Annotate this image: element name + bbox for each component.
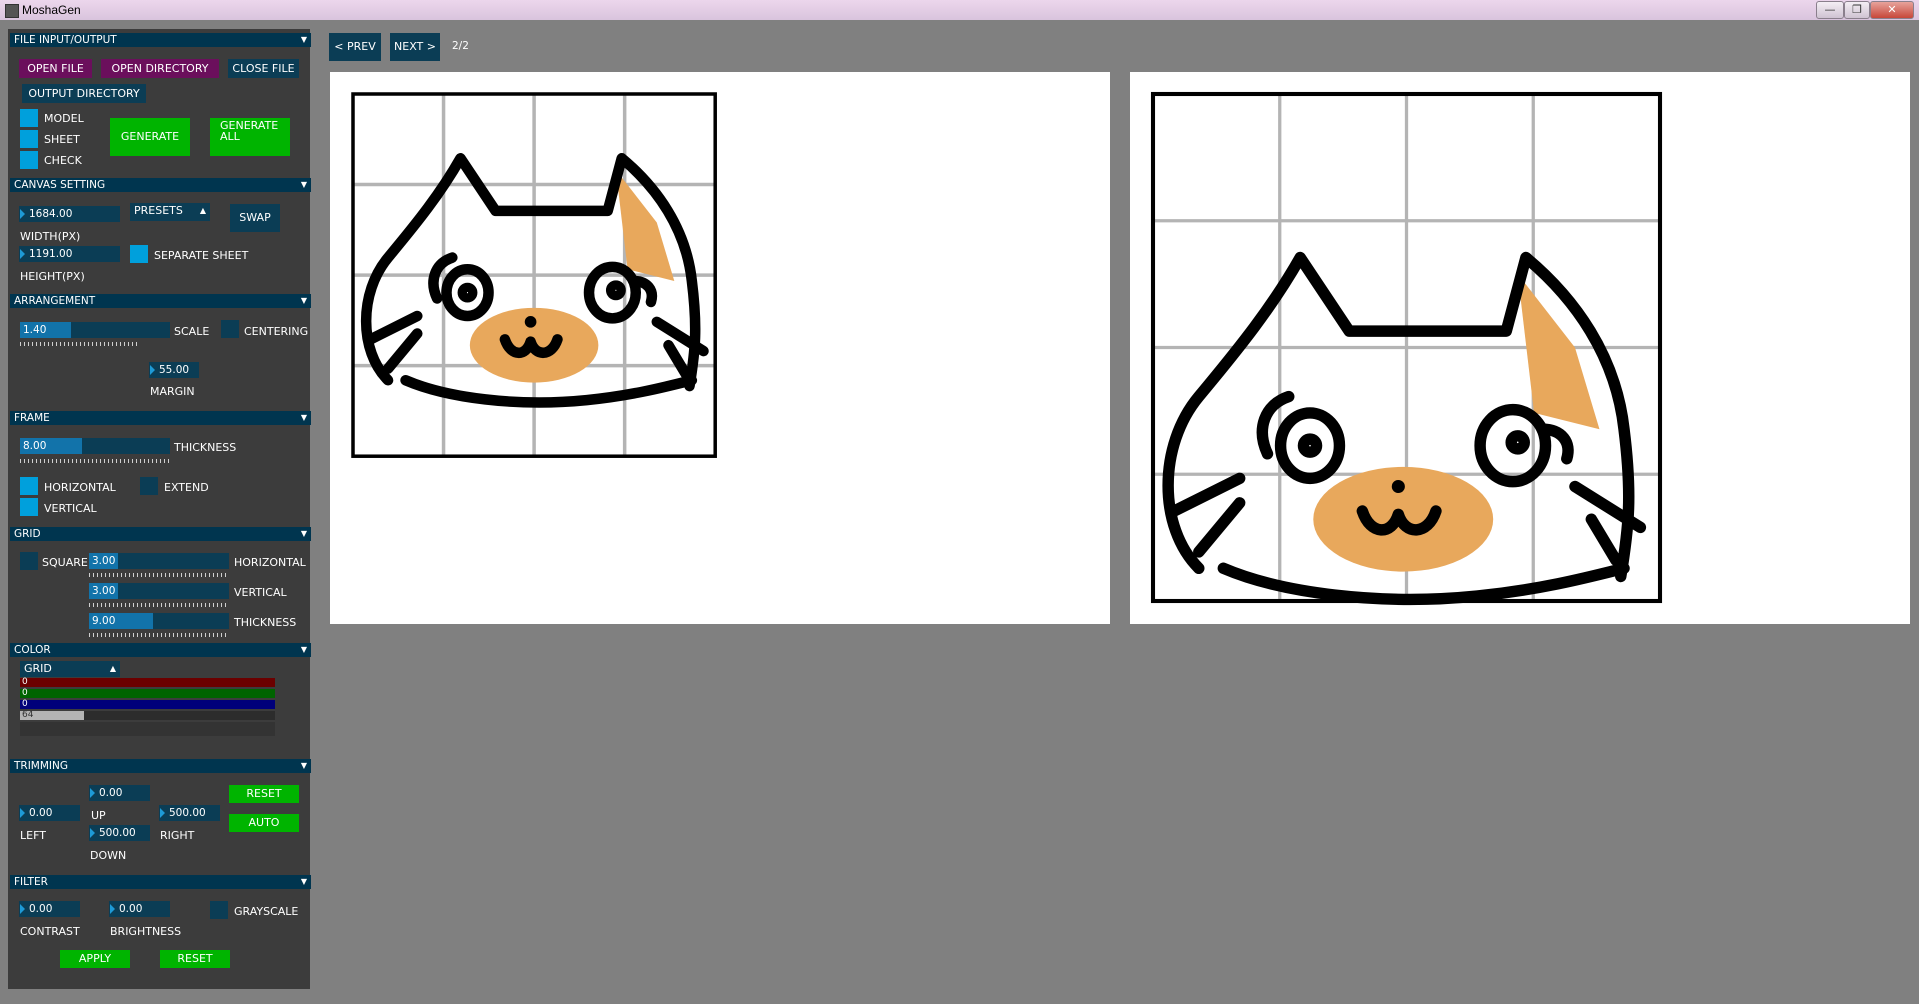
green-slider[interactable]: 0	[20, 689, 275, 698]
maximize-button[interactable]: ❐	[1844, 1, 1870, 19]
generate-button[interactable]: GENERATE	[110, 118, 190, 156]
height-label: HEIGHT(PX)	[20, 270, 85, 283]
brightness-input[interactable]: 0.00	[109, 901, 170, 917]
grid-header[interactable]: GRID ▼	[10, 527, 311, 541]
blue-slider[interactable]: 0	[20, 700, 275, 709]
trim-left-label: LEFT	[20, 829, 46, 842]
sheet-checkbox[interactable]	[20, 130, 38, 148]
filter-apply-button[interactable]: APPLY	[60, 950, 130, 968]
swap-button[interactable]: SWAP	[230, 204, 280, 232]
trim-up-label: UP	[91, 809, 106, 822]
filter-reset-button[interactable]: RESET	[160, 950, 230, 968]
frame-thickness-slider[interactable]: 8.00	[20, 438, 170, 454]
frame-thickness-label: THICKNESS	[174, 441, 237, 454]
window-title: MoshaGen	[22, 3, 81, 17]
model-label: MODEL	[44, 112, 84, 125]
sheet-preview-1[interactable]	[330, 72, 1110, 624]
next-button[interactable]: NEXT >	[390, 33, 440, 61]
page-indicator: 2/2	[452, 40, 469, 52]
model-checkbox[interactable]	[20, 109, 38, 127]
minimize-button[interactable]: —	[1816, 1, 1844, 19]
color-header[interactable]: COLOR ▼	[10, 643, 311, 657]
color-target-dropdown[interactable]: GRID ▲	[20, 661, 120, 677]
generate-all-button[interactable]: GENERATE ALL	[210, 118, 290, 156]
red-slider[interactable]: 0	[20, 678, 275, 687]
arrangement-header[interactable]: ARRANGEMENT ▼	[10, 294, 311, 308]
close-file-button[interactable]: CLOSE FILE	[228, 59, 299, 78]
trim-right-label: RIGHT	[160, 829, 195, 842]
scale-ticks	[20, 342, 138, 346]
cat-illustration-large	[1150, 91, 1663, 606]
brightness-label: BRIGHTNESS	[110, 925, 182, 938]
grid-horizontal-ticks	[89, 573, 229, 577]
cat-illustration-small	[351, 92, 717, 458]
grayscale-label: GRAYSCALE	[234, 905, 299, 918]
trim-up-input[interactable]: 0.00	[89, 785, 150, 801]
centering-label: CENTERING	[244, 325, 309, 338]
grid-thickness-slider[interactable]: 9.00	[89, 613, 229, 629]
grid-vertical-slider[interactable]: 3.00	[89, 583, 229, 599]
frame-header[interactable]: FRAME ▼	[10, 411, 311, 425]
grid-thickness-ticks	[89, 633, 229, 637]
height-input[interactable]: 1191.00	[19, 246, 120, 262]
extend-checkbox[interactable]	[140, 477, 158, 495]
app-icon	[5, 4, 19, 18]
prev-button[interactable]: < PREV	[329, 33, 381, 61]
margin-label: MARGIN	[150, 385, 195, 398]
filter-header[interactable]: FILTER ▼	[10, 875, 311, 889]
open-file-button[interactable]: OPEN FILE	[19, 59, 92, 78]
contrast-label: CONTRAST	[20, 925, 80, 938]
output-directory-button[interactable]: OUTPUT DIRECTORY	[22, 84, 146, 103]
trim-reset-button[interactable]: RESET	[229, 785, 299, 803]
square-checkbox[interactable]	[20, 552, 38, 570]
check-checkbox[interactable]	[20, 151, 38, 169]
canvas-setting-header[interactable]: CANVAS SETTING ▼	[10, 178, 311, 192]
grid-vertical-label: VERTICAL	[234, 586, 287, 599]
trimming-header[interactable]: TRIMMING ▼	[10, 759, 311, 773]
centering-checkbox[interactable]	[221, 320, 239, 338]
alpha-slider[interactable]: 64	[20, 711, 275, 720]
trim-right-input[interactable]: 500.00	[159, 805, 220, 821]
frame-horizontal-label: HORIZONTAL	[44, 481, 116, 494]
window-titlebar: MoshaGen — ❐ ✕	[0, 0, 1919, 20]
width-label: WIDTH(PX)	[20, 230, 81, 243]
width-input[interactable]: 1684.00	[19, 206, 120, 222]
sheet-preview-2[interactable]	[1130, 72, 1910, 624]
scale-label: SCALE	[174, 325, 210, 338]
trim-down-input[interactable]: 500.00	[89, 825, 150, 841]
grid-thickness-label: THICKNESS	[234, 616, 297, 629]
grid-horizontal-slider[interactable]: 3.00	[89, 553, 229, 569]
frame-horizontal-checkbox[interactable]	[20, 477, 38, 495]
frame-thickness-ticks	[20, 459, 170, 463]
scale-slider[interactable]: 1.40	[20, 322, 170, 338]
frame-vertical-label: VERTICAL	[44, 502, 97, 515]
margin-input[interactable]: 55.00	[149, 362, 199, 378]
contrast-input[interactable]: 0.00	[19, 901, 80, 917]
file-io-header[interactable]: FILE INPUT/OUTPUT ▼	[10, 33, 311, 47]
separate-sheet-label: SEPARATE SHEET	[154, 249, 249, 262]
grayscale-checkbox[interactable]	[210, 901, 228, 919]
presets-dropdown[interactable]: PRESETS ▲	[130, 203, 210, 221]
extend-label: EXTEND	[164, 481, 209, 494]
grid-vertical-ticks	[89, 603, 229, 607]
close-window-button[interactable]: ✕	[1870, 1, 1914, 19]
sheet-label: SHEET	[44, 133, 80, 146]
grid-horizontal-label: HORIZONTAL	[234, 556, 306, 569]
square-label: SQUARE	[42, 556, 88, 569]
frame-vertical-checkbox[interactable]	[20, 498, 38, 516]
check-label: CHECK	[44, 154, 82, 167]
trim-left-input[interactable]: 0.00	[19, 805, 80, 821]
trim-down-label: DOWN	[90, 849, 127, 862]
separate-sheet-checkbox[interactable]	[130, 245, 148, 263]
color-preview	[20, 722, 275, 736]
open-directory-button[interactable]: OPEN DIRECTORY	[101, 59, 219, 78]
trim-auto-button[interactable]: AUTO	[229, 814, 299, 832]
